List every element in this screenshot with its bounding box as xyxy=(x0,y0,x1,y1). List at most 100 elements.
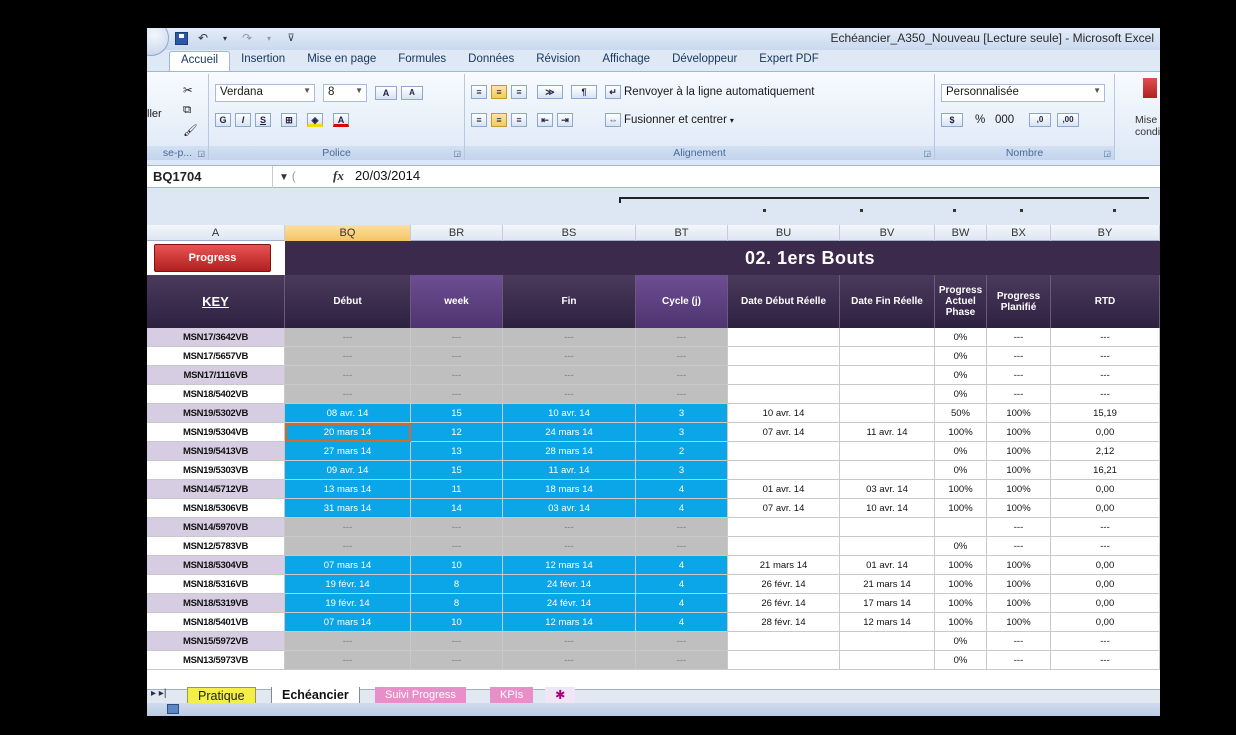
debut-cell[interactable]: --- xyxy=(285,537,411,556)
cycle-cell[interactable]: 4 xyxy=(636,613,728,632)
progress-planifie-cell[interactable]: --- xyxy=(987,518,1051,537)
progress-planifie-cell[interactable]: 100% xyxy=(987,423,1051,442)
outline-dot[interactable] xyxy=(763,209,766,212)
debut-cell[interactable]: --- xyxy=(285,366,411,385)
date-debut-reelle-cell[interactable]: 21 mars 14 xyxy=(728,556,840,575)
tab-donnees[interactable]: Données xyxy=(457,51,525,71)
cycle-cell[interactable]: --- xyxy=(636,518,728,537)
rtd-cell[interactable]: --- xyxy=(1051,537,1160,556)
grow-font-button[interactable]: A xyxy=(375,83,397,103)
rtd-cell[interactable]: --- xyxy=(1051,651,1160,670)
cycle-cell[interactable]: 3 xyxy=(636,461,728,480)
date-fin-reelle-cell[interactable] xyxy=(840,404,935,423)
number-launcher-icon[interactable]: ◲ xyxy=(1103,149,1111,158)
progress-planifie-cell[interactable]: 100% xyxy=(987,594,1051,613)
column-header-bs[interactable]: BS xyxy=(503,225,636,241)
date-debut-reelle-cell[interactable] xyxy=(728,651,840,670)
column-header-bq[interactable]: BQ xyxy=(285,225,411,241)
format-painter-icon[interactable]: 🖌 xyxy=(183,120,198,140)
date-fin-reelle-cell[interactable]: 03 avr. 14 xyxy=(840,480,935,499)
date-debut-reelle-cell[interactable] xyxy=(728,632,840,651)
header-week[interactable]: week xyxy=(411,275,503,328)
tab-accueil[interactable]: Accueil xyxy=(169,51,231,71)
fin-cell[interactable]: 12 mars 14 xyxy=(503,613,636,632)
paste-button[interactable]: ller xyxy=(147,104,162,124)
increase-decimal-button[interactable]: ,0 xyxy=(1029,110,1051,130)
week-cell[interactable]: 15 xyxy=(411,404,503,423)
progress-actuel-cell[interactable]: 0% xyxy=(935,632,987,651)
fin-cell[interactable]: 18 mars 14 xyxy=(503,480,636,499)
fin-cell[interactable]: 28 mars 14 xyxy=(503,442,636,461)
font-color-button[interactable]: A xyxy=(333,110,349,130)
copy-icon[interactable]: ⧉ xyxy=(183,100,191,120)
cut-icon[interactable]: ✂ xyxy=(183,80,193,100)
week-cell[interactable]: 12 xyxy=(411,423,503,442)
fin-cell[interactable]: --- xyxy=(503,632,636,651)
cycle-cell[interactable]: 2 xyxy=(636,442,728,461)
cycle-cell[interactable]: --- xyxy=(636,366,728,385)
debut-cell[interactable]: 07 mars 14 xyxy=(285,613,411,632)
debut-cell[interactable]: --- xyxy=(285,347,411,366)
fin-cell[interactable]: 24 févr. 14 xyxy=(503,594,636,613)
conditional-format-label-1[interactable]: Mise e xyxy=(1135,114,1160,126)
key-cell[interactable]: MSN19/5413VB xyxy=(147,442,285,461)
font-launcher-icon[interactable]: ◲ xyxy=(453,149,461,158)
fin-cell[interactable]: --- xyxy=(503,518,636,537)
alignment-launcher-icon[interactable]: ◲ xyxy=(923,149,931,158)
rtd-cell[interactable]: 0,00 xyxy=(1051,499,1160,518)
progress-actuel-cell[interactable]: 0% xyxy=(935,385,987,404)
fin-cell[interactable]: 24 févr. 14 xyxy=(503,575,636,594)
date-fin-reelle-cell[interactable] xyxy=(840,347,935,366)
rtd-cell[interactable]: 0,00 xyxy=(1051,423,1160,442)
progress-actuel-cell[interactable]: 0% xyxy=(935,347,987,366)
header-date-debut-reelle[interactable]: Date Début Réelle xyxy=(728,275,840,328)
tab-revision[interactable]: Révision xyxy=(525,51,591,71)
decrease-indent-button[interactable]: ⇤ xyxy=(537,110,553,130)
date-debut-reelle-cell[interactable]: 28 févr. 14 xyxy=(728,613,840,632)
decrease-decimal-button[interactable]: ,00 xyxy=(1057,110,1079,130)
progress-button[interactable]: Progress xyxy=(154,244,271,272)
redo-icon[interactable]: ↷ xyxy=(239,30,255,46)
cycle-cell[interactable]: --- xyxy=(636,347,728,366)
merge-center-button[interactable]: ⇔ Fusionner et centrer ▾ xyxy=(605,110,734,130)
date-debut-reelle-cell[interactable] xyxy=(728,385,840,404)
header-rtd[interactable]: RTD xyxy=(1051,275,1160,328)
progress-planifie-cell[interactable]: 100% xyxy=(987,499,1051,518)
key-cell[interactable]: MSN14/5970VB xyxy=(147,518,285,537)
sheet-tab-kpis[interactable]: KPIs xyxy=(490,687,534,704)
column-header-br[interactable]: BR xyxy=(411,225,503,241)
cycle-cell[interactable]: 4 xyxy=(636,480,728,499)
key-cell[interactable]: MSN18/5316VB xyxy=(147,575,285,594)
header-debut[interactable]: Début xyxy=(285,275,411,328)
rtd-cell[interactable]: --- xyxy=(1051,328,1160,347)
rtd-cell[interactable]: 15,19 xyxy=(1051,404,1160,423)
comma-style-button[interactable]: 000 xyxy=(995,110,1014,130)
cycle-cell[interactable]: 4 xyxy=(636,575,728,594)
week-cell[interactable]: 10 xyxy=(411,556,503,575)
date-debut-reelle-cell[interactable]: 07 avr. 14 xyxy=(728,423,840,442)
date-fin-reelle-cell[interactable] xyxy=(840,442,935,461)
rtd-cell[interactable]: 16,21 xyxy=(1051,461,1160,480)
progress-planifie-cell[interactable]: --- xyxy=(987,651,1051,670)
progress-actuel-cell[interactable]: 0% xyxy=(935,651,987,670)
debut-cell[interactable]: 19 févr. 14 xyxy=(285,575,411,594)
debut-cell[interactable]: 20 mars 14 xyxy=(285,423,411,442)
column-header-a[interactable]: A xyxy=(147,225,285,241)
progress-actuel-cell[interactable]: 100% xyxy=(935,499,987,518)
progress-planifie-cell[interactable]: --- xyxy=(987,366,1051,385)
cycle-cell[interactable]: 4 xyxy=(636,594,728,613)
progress-actuel-cell[interactable]: 100% xyxy=(935,556,987,575)
week-cell[interactable]: --- xyxy=(411,347,503,366)
debut-cell[interactable]: --- xyxy=(285,328,411,347)
outline-dot[interactable] xyxy=(953,209,956,212)
align-left-button[interactable]: ≡ xyxy=(471,110,487,130)
cycle-cell[interactable]: 4 xyxy=(636,499,728,518)
progress-planifie-cell[interactable]: --- xyxy=(987,385,1051,404)
progress-actuel-cell[interactable] xyxy=(935,518,987,537)
key-cell[interactable]: MSN17/3642VB xyxy=(147,328,285,347)
date-debut-reelle-cell[interactable] xyxy=(728,537,840,556)
cycle-cell[interactable]: 3 xyxy=(636,404,728,423)
rtd-cell[interactable]: --- xyxy=(1051,385,1160,404)
progress-actuel-cell[interactable]: 100% xyxy=(935,423,987,442)
key-cell[interactable]: MSN13/5973VB xyxy=(147,651,285,670)
